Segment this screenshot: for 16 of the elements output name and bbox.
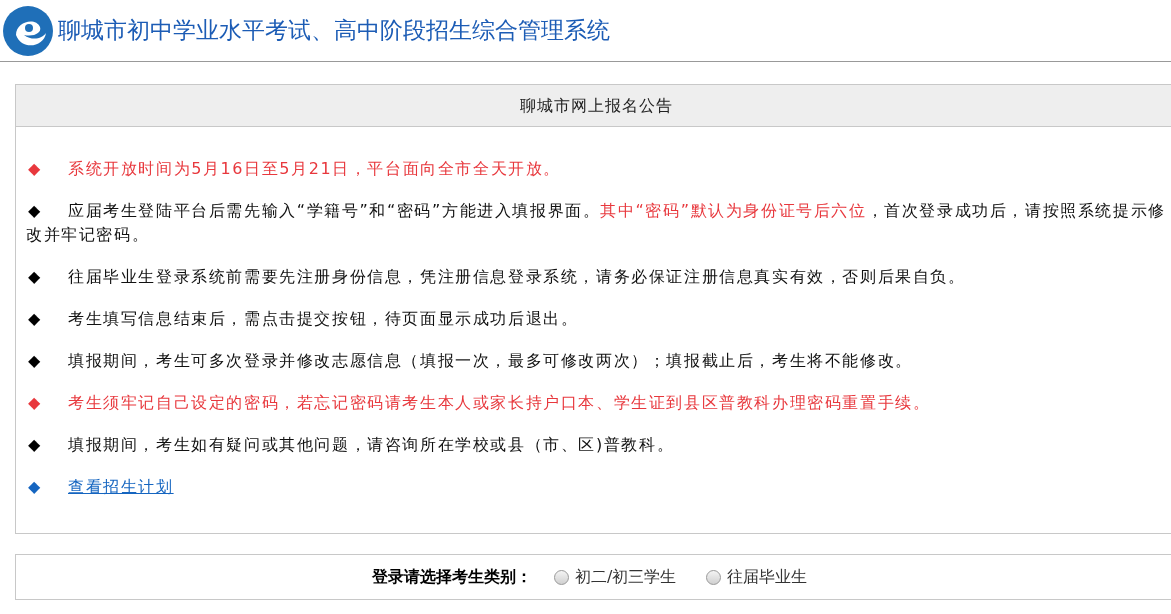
notice-item: ◆ 往届毕业生登录系统前需要先注册身份信息，凭注册信息登录系统，请务必保证注册信息真实有效，否则后果自负。 (27, 266, 967, 288)
notice-item: ◆ 系统开放时间为5月16日至5月21日，平台面向全市全天开放。 (27, 158, 563, 180)
notice-item: ◆ 考生填写信息结束后，需点击提交按钮，待页面显示成功后退出。 (27, 308, 580, 330)
plan-link[interactable]: ◆ 查看招生计划 (26, 475, 176, 499)
notice-item: ◆ 考生须牢记自己设定的密码，若忘记密码请考生本人或家长持户口本、学生证到县区普教科办理密码重置手续。 (27, 392, 932, 414)
category-label: 登录请选择考生类别： (372, 566, 532, 588)
option-label[interactable]: 初二/初三学生 (575, 566, 677, 588)
option-label[interactable]: 往届毕业生 (727, 566, 808, 588)
logo-icon (2, 4, 54, 57)
notice-title: 聊城市网上报名公告 (16, 85, 1171, 127)
radio-button[interactable] (554, 569, 569, 585)
notice-item: ◆ 应届考生登陆平台后需先输入“学籍号”和“密码”方能进入填报界面。其中“密码”默认为身份证号后六位，首次登录成功后，请按照系统提示修改并牢记密码。 (26, 200, 1167, 246)
notice-item: ◆ 填报期间，考生如有疑问或其他问题，请咨询所在学校或县（市、区)普教科。 (27, 434, 676, 456)
notice-item: ◆ 填报期间，考生可多次登录并修改志愿信息（填报一次，最多可修改两次）；填报截止后，考生将不能修改。 (27, 350, 914, 372)
system-title: 聊城市初中学业水平考试、高中阶段招生综合管理系统 (58, 16, 610, 45)
radio-button[interactable] (706, 569, 722, 585)
